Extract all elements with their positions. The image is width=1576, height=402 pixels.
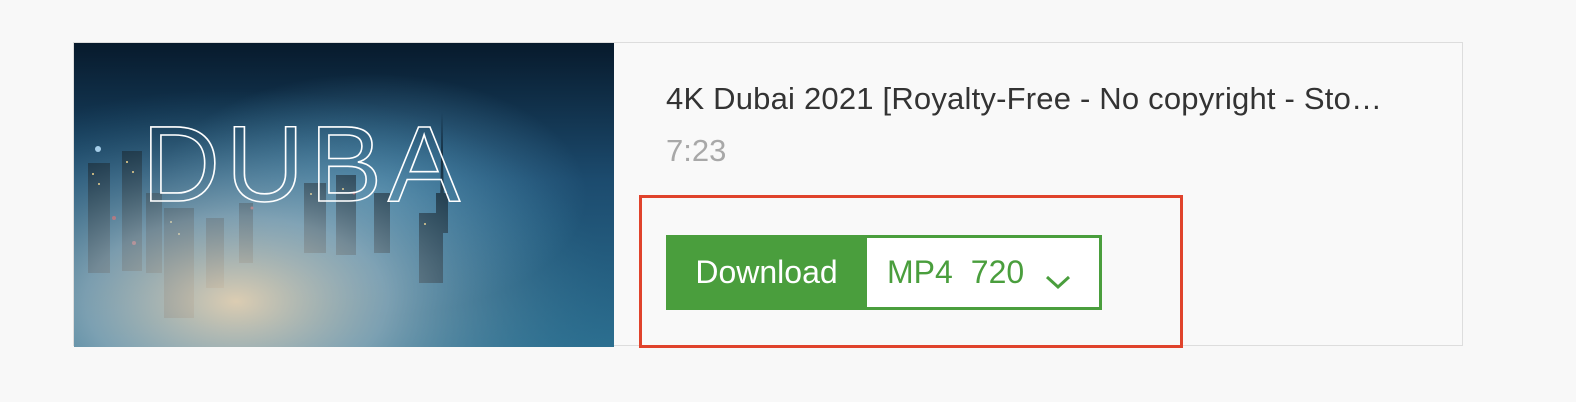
download-controls: Download MP4 720 [666, 235, 1102, 310]
thumbnail-title-text: DUBA [142, 103, 466, 224]
format-label: MP4 [887, 254, 953, 290]
download-button[interactable]: Download [666, 235, 867, 310]
video-title[interactable]: 4K Dubai 2021 [Royalty-Free - No copyrig… [666, 81, 1406, 117]
thumbnail-image: DUBA [74, 43, 614, 347]
quality-label: 720 [970, 254, 1025, 290]
video-duration: 7:23 [666, 133, 727, 168]
format-quality-select[interactable]: MP4 720 [867, 235, 1102, 310]
video-thumbnail[interactable]: DUBA [74, 43, 614, 347]
chevron-down-icon [1044, 263, 1072, 289]
